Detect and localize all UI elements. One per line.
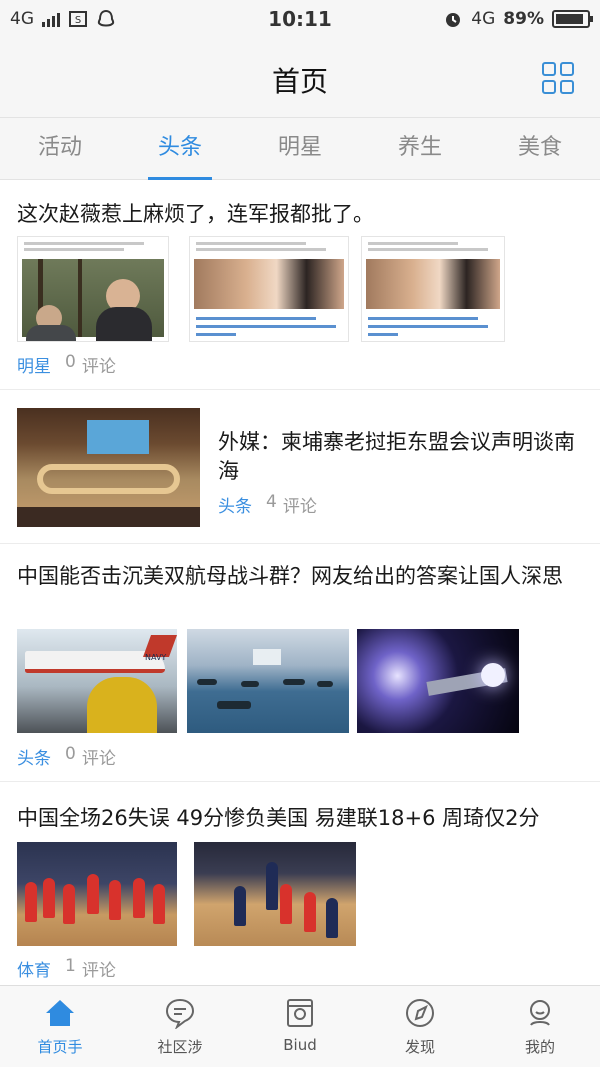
sim-icon: S bbox=[69, 11, 87, 27]
user-icon bbox=[523, 996, 557, 1030]
thumbnail-caption: NAVY bbox=[145, 653, 167, 662]
battery-level bbox=[556, 14, 583, 24]
article-thumbnail[interactable] bbox=[357, 629, 519, 733]
article-title[interactable]: 中国能否击沉美双航母战斗群？网友给出的答案让国人深思 bbox=[17, 562, 580, 591]
article-thumbnail[interactable]: NAVY bbox=[17, 629, 177, 733]
article-meta: 头条 0 评论 bbox=[17, 744, 116, 769]
article-thumbnail[interactable] bbox=[361, 236, 505, 342]
article-thumbnail[interactable] bbox=[17, 408, 200, 527]
grid-icon[interactable] bbox=[542, 62, 574, 94]
alarm-icon bbox=[446, 13, 461, 27]
article-item[interactable]: 这次赵薇惹上麻烦了，连军报都批了。 明星 0 评论 bbox=[0, 180, 600, 390]
article-tag[interactable]: 头条 bbox=[17, 744, 51, 769]
nav-biud[interactable]: Biud bbox=[240, 986, 360, 1067]
comment-label: 评论 bbox=[81, 961, 116, 981]
article-thumbnail[interactable] bbox=[17, 842, 177, 946]
tab-health[interactable]: 养生 bbox=[360, 118, 480, 180]
tab-headlines[interactable]: 头条 bbox=[120, 118, 240, 180]
comment-number: 4 bbox=[266, 492, 277, 512]
nav-profile[interactable]: 我的 bbox=[480, 986, 600, 1067]
comment-number: 1 bbox=[65, 956, 76, 976]
article-title[interactable]: 外媒：柬埔寨老挝拒东盟会议声明谈南海 bbox=[218, 428, 580, 486]
nav-community[interactable]: 社区涉 bbox=[120, 986, 240, 1067]
nav-discover-label: 发现 bbox=[404, 1038, 435, 1056]
article-thumbnail[interactable] bbox=[189, 236, 349, 342]
comment-number: 0 bbox=[65, 352, 76, 372]
article-item[interactable]: 中国能否击沉美双航母战斗群？网友给出的答案让国人深思 NAVY 头条 0 评论 bbox=[0, 544, 600, 782]
comment-count[interactable]: 0 评论 bbox=[65, 744, 116, 769]
nav-home-label: 首页手 bbox=[37, 1038, 83, 1056]
article-meta: 明星 0 评论 bbox=[17, 352, 116, 377]
article-meta: 头条 4 评论 bbox=[218, 492, 317, 517]
comment-label: 评论 bbox=[81, 357, 116, 377]
battery-icon bbox=[552, 10, 593, 28]
qq-icon bbox=[97, 9, 115, 27]
comment-count[interactable]: 1 评论 bbox=[65, 956, 116, 981]
category-tabs: 活动 头条 明星 养生 美食 bbox=[0, 118, 600, 180]
comment-count[interactable]: 4 评论 bbox=[266, 492, 317, 517]
comment-label: 评论 bbox=[81, 749, 116, 769]
article-thumbnails bbox=[17, 236, 505, 342]
network-label-right: 4G bbox=[471, 9, 496, 29]
article-tag[interactable]: 头条 bbox=[218, 492, 252, 517]
nav-home[interactable]: 首页手 bbox=[0, 986, 120, 1067]
svg-text:S: S bbox=[75, 15, 81, 26]
tab-celebrity[interactable]: 明星 bbox=[240, 118, 360, 180]
network-label-left: 4G bbox=[10, 9, 34, 29]
home-icon bbox=[43, 996, 77, 1030]
article-tag[interactable]: 明星 bbox=[17, 352, 51, 377]
status-bar-left: 4G S bbox=[10, 9, 116, 29]
article-item[interactable]: 中国全场26失误 49分惨负美国 易建联18+6 周琦仅2分 体育 1 评论 bbox=[0, 782, 600, 985]
camera-icon bbox=[283, 996, 317, 1030]
bottom-navigation: 首页手 社区涉 Biud 发现 我的 bbox=[0, 985, 600, 1067]
article-thumbnails bbox=[17, 842, 356, 946]
comment-number: 0 bbox=[65, 744, 76, 764]
chat-bubble-icon bbox=[163, 996, 197, 1030]
nav-biud-label: Biud bbox=[283, 1036, 317, 1054]
news-feed: 这次赵薇惹上麻烦了，连军报都批了。 明星 0 评论 外媒：柬埔寨老挝拒东盟会议声… bbox=[0, 180, 600, 985]
article-title[interactable]: 中国全场26失误 49分惨负美国 易建联18+6 周琦仅2分 bbox=[17, 804, 580, 833]
page-title: 首页 bbox=[271, 65, 328, 98]
status-bar-right: 4G 89% bbox=[443, 9, 593, 29]
tab-activity[interactable]: 活动 bbox=[0, 118, 120, 180]
article-thumbnails: NAVY bbox=[17, 629, 519, 733]
comment-label: 评论 bbox=[282, 497, 317, 517]
nav-community-label: 社区涉 bbox=[157, 1038, 203, 1056]
article-thumbnail[interactable] bbox=[194, 842, 356, 946]
signal-icon bbox=[42, 11, 60, 27]
comment-count[interactable]: 0 评论 bbox=[65, 352, 116, 377]
app-header: 首页 bbox=[0, 38, 600, 118]
article-title[interactable]: 这次赵薇惹上麻烦了，连军报都批了。 bbox=[17, 200, 580, 229]
nav-discover[interactable]: 发现 bbox=[360, 986, 480, 1067]
status-bar: 4G S 10:11 4G 89% bbox=[0, 0, 600, 38]
compass-icon bbox=[403, 996, 437, 1030]
article-thumbnail[interactable] bbox=[17, 236, 169, 342]
tab-food[interactable]: 美食 bbox=[480, 118, 600, 180]
article-item[interactable]: 外媒：柬埔寨老挝拒东盟会议声明谈南海 头条 4 评论 bbox=[0, 390, 600, 544]
nav-profile-label: 我的 bbox=[524, 1038, 555, 1056]
article-thumbnail[interactable] bbox=[187, 629, 349, 733]
battery-percent: 89% bbox=[503, 9, 544, 29]
article-meta: 体育 1 评论 bbox=[17, 956, 116, 981]
article-tag[interactable]: 体育 bbox=[17, 956, 51, 981]
